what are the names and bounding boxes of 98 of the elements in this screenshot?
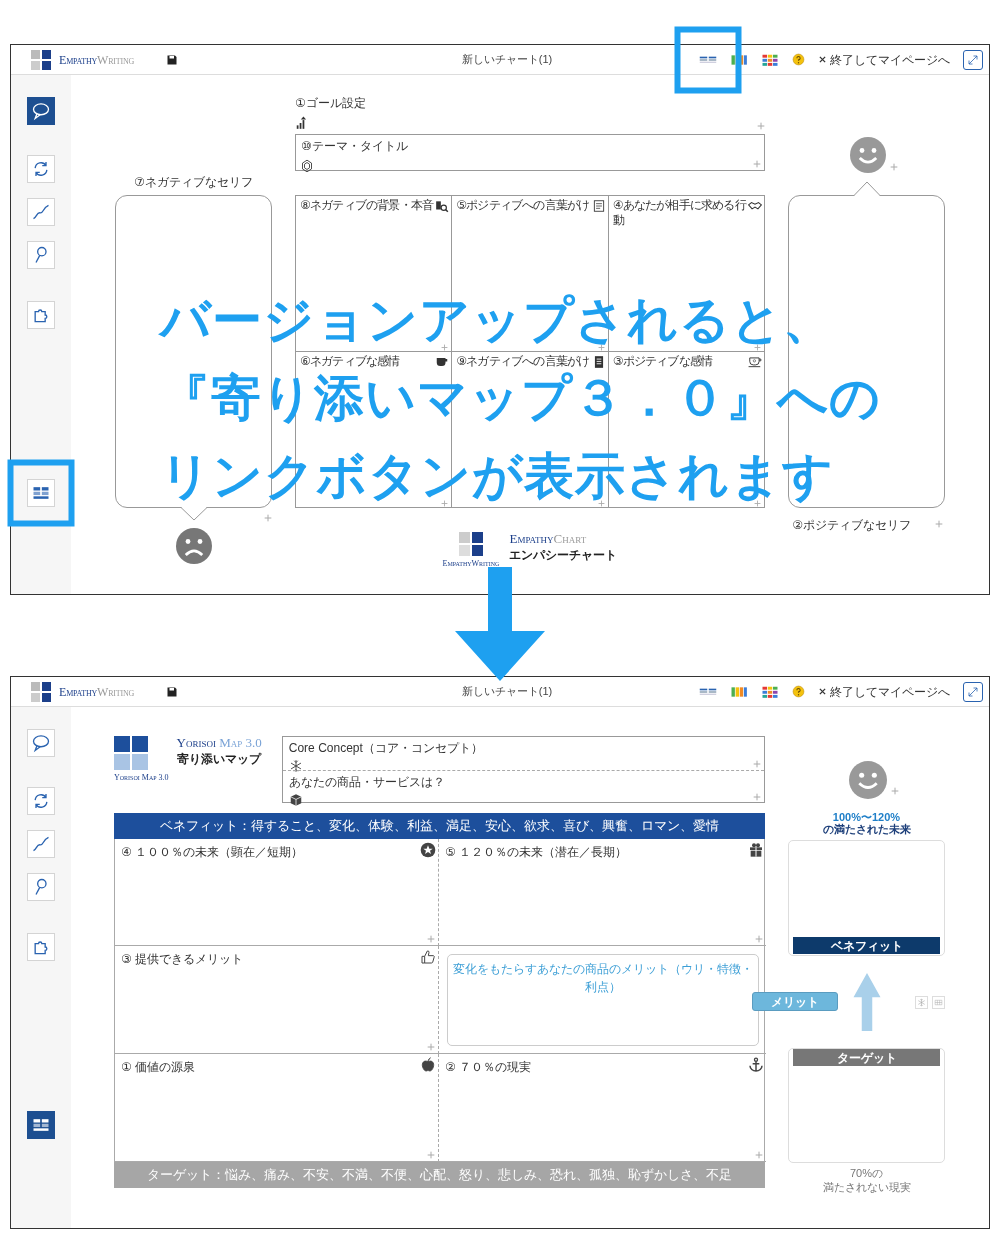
bubble-tail (181, 507, 207, 521)
close-icon (818, 55, 827, 64)
benefit-box[interactable]: ベネフィット (788, 840, 945, 957)
gift-icon (748, 842, 764, 858)
hexagon-icon (301, 159, 313, 173)
brand-name: EmpathyWriting (59, 683, 135, 701)
theme-box[interactable]: ⑩テーマ・タイトル (295, 134, 765, 171)
curve-icon (31, 202, 51, 222)
plus-icon[interactable] (597, 344, 605, 351)
cell-label: ④あなたが相手に求める行動 (612, 198, 746, 227)
grid-icon (934, 998, 943, 1008)
logo-icon (114, 736, 148, 770)
plus-icon[interactable] (441, 500, 449, 507)
bubble-label: ⑦ネガティブなセリフ (133, 174, 254, 191)
plus-icon[interactable] (597, 500, 605, 507)
expand-button[interactable] (963, 49, 983, 70)
sad-face-icon (175, 528, 212, 564)
cell-label: ③ 提供できるメリット (121, 952, 244, 966)
logo-icon (459, 532, 483, 556)
bubble-tail (853, 181, 880, 196)
sidebar-button[interactable] (27, 97, 55, 125)
expand-icon (967, 53, 979, 66)
cell-label: ④ １００％の未来（顕在／短期） (121, 845, 304, 859)
layout-icon[interactable] (699, 686, 717, 697)
anchor-icon (748, 1057, 764, 1073)
logo-name: EmpathyChart (509, 532, 588, 547)
annotation-text: リンクボタンが表示されます (160, 450, 834, 502)
bar-chart-icon (295, 116, 309, 130)
annotation-text: バージョンアップされると、 (160, 294, 834, 346)
chart-title: 新しいチャート(1) (461, 684, 553, 700)
box-label: Core Concept（コア・コンセプト） (288, 740, 484, 757)
logo-sub: Yorisoi Map 3.0 (114, 774, 169, 782)
box-label: あなたの商品・サービスは？ (288, 774, 446, 791)
cell-label: ⑨ネガティブへの言葉がけ (456, 354, 590, 368)
cube-icon (288, 793, 303, 807)
cell-label: ⑤ １２０％の未来（潜在／長期） (445, 845, 628, 859)
close-icon (818, 687, 827, 696)
cell-label: ⑥ネガティブな感情 (300, 354, 400, 368)
thumbs-up-icon (420, 949, 436, 965)
save-icon[interactable] (166, 53, 179, 66)
snowflake-icon (917, 998, 926, 1008)
smiley-icon (849, 137, 886, 173)
smiley-icon (848, 761, 887, 799)
target-banner: ターゲット：悩み、痛み、不安、不満、不便、心配、怒り、悲しみ、恐れ、孤独、恥ずかしさ、不足 (114, 1162, 765, 1188)
cell-label: ⑧ネガティブの背景・本音 (300, 198, 434, 212)
expand-icon (967, 685, 979, 698)
plus-icon[interactable] (441, 344, 449, 351)
cup-icon (435, 355, 450, 369)
target-box[interactable]: ターゲット (788, 1048, 945, 1164)
cell-label: ③ポジティブな感情 (612, 354, 713, 368)
brand-name: EmpathyWriting (59, 51, 135, 69)
logo-icon (31, 49, 51, 70)
help-icon[interactable] (792, 53, 805, 66)
teacup-icon (748, 355, 762, 369)
target-tag: ターゲット (793, 1049, 940, 1067)
plus-icon[interactable] (754, 344, 761, 351)
annotation-text: 『寄り添いマップ３．０』への (160, 372, 881, 424)
logo-name: Yorisoi Map 3.0 (176, 736, 262, 751)
chart-cell[interactable]: ③ 提供できるメリット (115, 946, 439, 1054)
snowflake-icon (288, 759, 303, 773)
color-grid-icon[interactable] (761, 684, 779, 699)
notepad-icon (591, 199, 606, 213)
sidebar-button[interactable] (27, 1111, 55, 1139)
save-icon[interactable] (166, 685, 179, 698)
cell-label: ② ７０％の現実 (445, 1060, 532, 1074)
logo-icon (31, 681, 51, 702)
benefit-tag: ベネフィット (793, 937, 940, 955)
bubble-label: ②ポジティブなセリフ (792, 517, 911, 534)
cell-label: ⑤ポジティブへの言葉がけ (456, 198, 590, 212)
benefit-banner: ベネフィット：得すること、変化、体験、利益、満足、安心、欲求、喜び、興奮、ロマン、愛情 (114, 813, 765, 839)
future-caption: の満たされた未来 (821, 823, 912, 837)
chart-cell[interactable]: ④ １００％の未来（顕在／短期） (115, 839, 439, 946)
box-label: ⑩テーマ・タイトル (301, 139, 408, 153)
bar-chart-icon[interactable] (730, 52, 748, 67)
cell-label: ① 価値の源泉 (121, 1060, 196, 1074)
future-range: 100%〜120% (831, 811, 902, 823)
exit-button[interactable]: 終了してマイページへ (818, 50, 950, 69)
merit-tag: メリット (752, 992, 838, 1012)
plus-icon[interactable] (754, 500, 761, 507)
expand-button[interactable] (963, 681, 983, 702)
goal-label: ①ゴール設定 (295, 95, 367, 112)
color-grid-icon[interactable] (761, 52, 779, 67)
curve-icon (31, 834, 51, 854)
layout-icon[interactable] (699, 54, 717, 65)
reality-caption: 満たされない現実 (821, 1181, 912, 1195)
magnifier-icon (435, 199, 450, 213)
speech-bubble-icon (31, 101, 51, 121)
logo-caption: 寄り添いマップ (176, 751, 262, 769)
exit-button[interactable]: 終了してマイページへ (818, 682, 950, 701)
speech-bubble-icon (31, 733, 51, 753)
chart-cell[interactable]: ⑤ １２０％の未来（潜在／長期） (439, 839, 766, 946)
bar-chart-icon[interactable] (730, 684, 748, 699)
chart-title: 新しいチャート(1) (461, 52, 553, 68)
apple-icon (420, 1057, 436, 1073)
logo-caption: エンパシーチャート (509, 547, 618, 565)
help-icon[interactable] (792, 685, 805, 698)
reality-caption: 70%の (849, 1167, 884, 1182)
logo-sub: EmpathyWriting (442, 560, 500, 568)
